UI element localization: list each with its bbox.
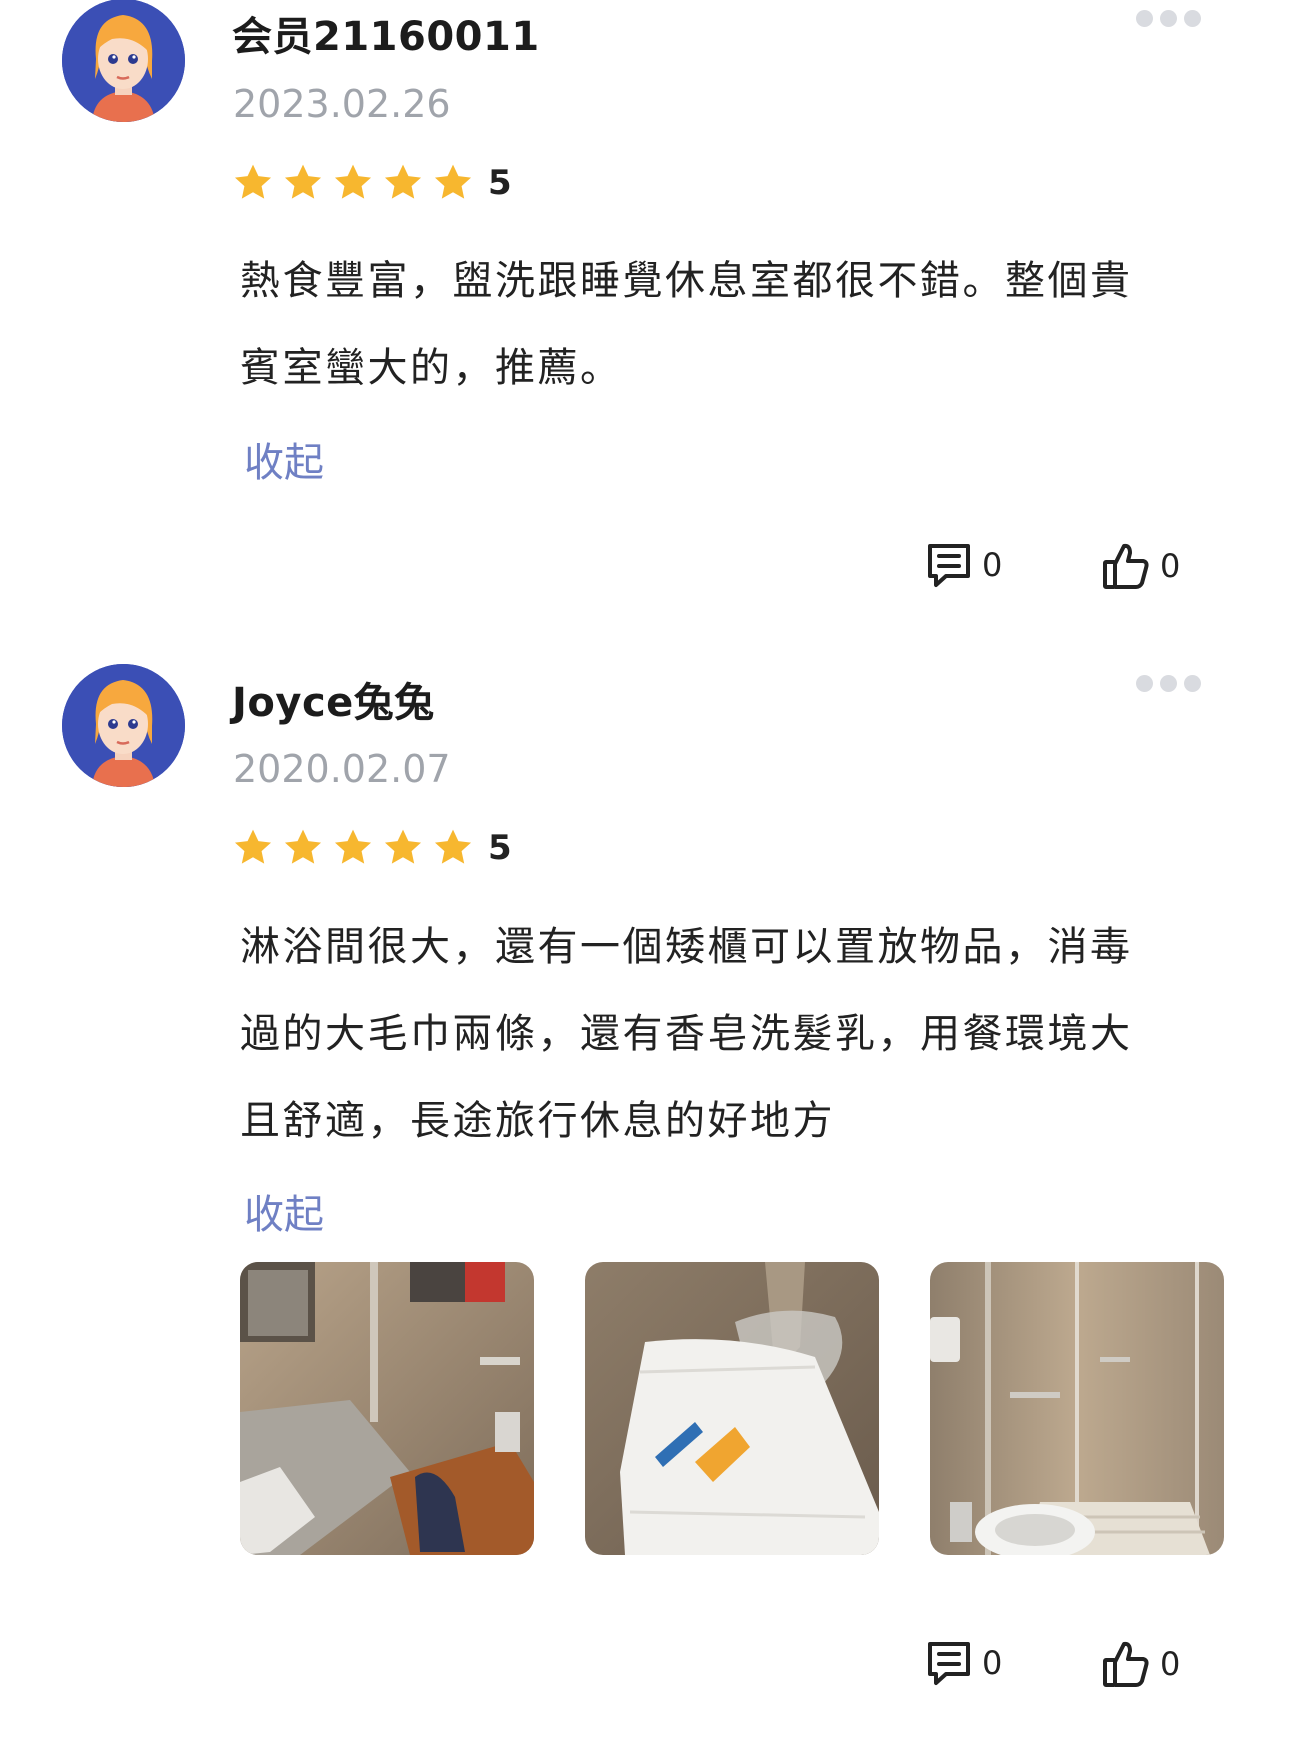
- rating-score: 5: [488, 163, 512, 203]
- more-dots-icon: [1136, 674, 1153, 692]
- star-rating: 5: [232, 162, 512, 204]
- review-text-line: 且舒適，長途旅行休息的好地方: [240, 1098, 835, 1144]
- more-options-button[interactable]: [1136, 8, 1206, 28]
- comment-icon: [928, 1642, 970, 1685]
- thumbs-up-icon: [1103, 1641, 1149, 1687]
- username[interactable]: 会员21160011: [232, 4, 540, 62]
- like-count: 0: [1160, 1645, 1181, 1683]
- avatar-icon: [62, 0, 185, 122]
- star-icon: [234, 164, 272, 199]
- username[interactable]: Joyce兔兔: [232, 670, 435, 728]
- review-text: 熱食豐富，盥洗跟睡覺休息室都很不錯。整個貴 賓室蠻大的，推薦。: [240, 238, 1180, 412]
- comment-button[interactable]: 0: [924, 540, 1002, 590]
- like-button[interactable]: 0: [1100, 540, 1180, 592]
- star-icon: [234, 829, 272, 864]
- comment-count: 0: [982, 546, 1003, 584]
- star-icon: [384, 164, 422, 199]
- star-icon: [384, 829, 422, 864]
- review-actions: 0 0: [0, 1638, 1290, 1698]
- avatar[interactable]: [62, 0, 185, 122]
- thumbs-up-icon: [1103, 543, 1149, 589]
- comment-button[interactable]: 0: [924, 1638, 1002, 1688]
- star-rating: 5: [232, 827, 512, 869]
- review-text-line: 淋浴間很大，還有一個矮櫃可以置放物品，消毒: [240, 924, 1133, 970]
- review-date: 2023.02.26: [233, 82, 451, 126]
- review-text: 淋浴間很大，還有一個矮櫃可以置放物品，消毒 過的大毛巾兩條，還有香皂洗髮乳，用餐…: [240, 904, 1180, 1165]
- star-icon: [434, 164, 472, 199]
- review-text-line: 過的大毛巾兩條，還有香皂洗髮乳，用餐環境大: [240, 1011, 1133, 1057]
- like-count: 0: [1160, 547, 1181, 585]
- bathroom-sink-photo[interactable]: [240, 1262, 534, 1555]
- star-icon: [284, 164, 322, 199]
- more-dots-icon: [1136, 9, 1153, 27]
- comment-count: 0: [982, 1644, 1003, 1682]
- rating-score: 5: [488, 828, 512, 868]
- comment-icon: [928, 544, 970, 587]
- star-icon: [434, 829, 472, 864]
- review-text-line: 賓室蠻大的，推薦。: [240, 345, 623, 391]
- star-icon: [334, 164, 372, 199]
- collapse-link[interactable]: 收起: [244, 430, 324, 488]
- more-options-button[interactable]: [1136, 673, 1206, 693]
- avatar-icon: [62, 664, 185, 787]
- photo-gallery: [240, 1262, 1224, 1555]
- star-icon: [284, 829, 322, 864]
- avatar[interactable]: [62, 664, 185, 787]
- collapse-link[interactable]: 收起: [244, 1182, 324, 1240]
- towel-and-toiletries-photo[interactable]: [585, 1262, 879, 1555]
- star-icon: [334, 829, 372, 864]
- review-actions: 0 0: [0, 540, 1290, 600]
- shower-and-toilet-photo[interactable]: [930, 1262, 1224, 1555]
- like-button[interactable]: 0: [1100, 1638, 1180, 1690]
- review-date: 2020.02.07: [233, 747, 451, 791]
- review-text-line: 熱食豐富，盥洗跟睡覺休息室都很不錯。整個貴: [240, 258, 1133, 304]
